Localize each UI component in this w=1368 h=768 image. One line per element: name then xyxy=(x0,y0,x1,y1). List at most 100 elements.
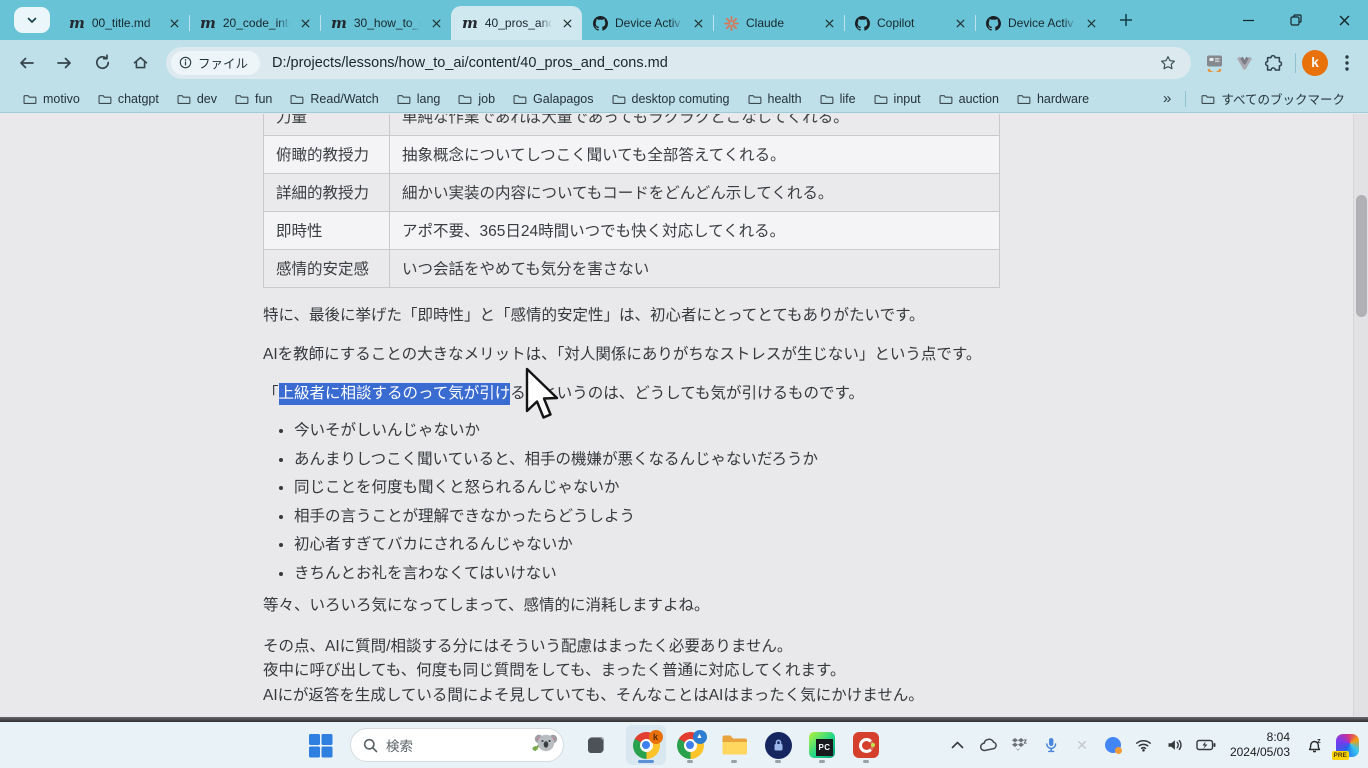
bookmark-folder-desktop-comuting[interactable]: desktop comuting xyxy=(603,90,739,108)
file-explorer-icon xyxy=(721,734,748,756)
svg-text:z: z xyxy=(1317,737,1321,745)
tray-battery[interactable] xyxy=(1195,734,1217,756)
folder-icon xyxy=(1017,92,1031,106)
tab-device-activation-1[interactable]: Device Activ xyxy=(582,6,713,40)
tab-close-icon[interactable] xyxy=(821,15,838,32)
tray-dropbox-paused[interactable]: z xyxy=(1009,734,1031,756)
list-item: きちんとお礼を言わなくてはいけない xyxy=(294,564,1023,584)
bookmark-folder-fun[interactable]: fun xyxy=(226,90,281,108)
tab-close-icon[interactable] xyxy=(428,15,445,32)
bookmark-folder-lang[interactable]: lang xyxy=(388,90,450,108)
profile-badge: ▲ xyxy=(693,730,707,744)
bookmark-folder-galapagos[interactable]: Galapagos xyxy=(504,90,602,108)
table-cell-text: 単純な作業であれば大量であってもラクラクとこなしてくれる。 xyxy=(390,114,1000,136)
paragraph-line: その点、AIに質問/相談する分にはそういう配慮はまったく必要ありません。 xyxy=(263,635,1023,660)
address-bar[interactable]: ファイル D:/projects/lessons/how_to_ai/conte… xyxy=(166,47,1191,79)
copilot-icon: PRE xyxy=(1336,734,1359,757)
browser-menu-button[interactable] xyxy=(1332,48,1362,78)
bookmarks-overflow-button[interactable]: » xyxy=(1155,90,1179,107)
taskbar-search-box[interactable]: 検索 xyxy=(350,728,564,762)
tab-claude[interactable]: Claude xyxy=(713,6,844,40)
url-scheme-chip[interactable]: ファイル xyxy=(171,51,260,75)
tab-device-activation-2[interactable]: Device Activ xyxy=(975,6,1106,40)
tray-wifi[interactable] xyxy=(1133,734,1155,756)
koala-search-highlight[interactable] xyxy=(529,728,559,758)
task-view-button[interactable] xyxy=(576,725,616,765)
tab-close-icon[interactable] xyxy=(952,15,969,32)
bookmark-folder-input[interactable]: input xyxy=(865,90,930,108)
bookmark-folder-health[interactable]: health xyxy=(739,90,811,108)
tab-search-button[interactable] xyxy=(14,7,50,33)
tab-title: Device Activ xyxy=(615,16,683,30)
taskbar-chrome-profile-k[interactable]: k xyxy=(626,725,666,765)
new-tab-button[interactable] xyxy=(1112,6,1140,34)
bookmark-folder-dev[interactable]: dev xyxy=(168,90,226,108)
tab-20-code[interactable]: m 20_code_inte xyxy=(189,6,320,40)
reload-button[interactable] xyxy=(86,47,118,79)
folder-icon xyxy=(820,92,834,106)
close-window-button[interactable] xyxy=(1320,0,1368,40)
forward-button[interactable] xyxy=(48,47,80,79)
table-cell-label: 即時性 xyxy=(264,212,390,250)
profile-k-badge: k xyxy=(649,730,663,744)
bookmarks-separator xyxy=(1185,91,1186,107)
tab-copilot[interactable]: Copilot xyxy=(844,6,975,40)
vertical-scrollbar[interactable] xyxy=(1353,114,1368,718)
taskbar-pycharm[interactable]: PC xyxy=(802,725,842,765)
folder-icon xyxy=(513,92,527,106)
bookmark-folder-chatgpt[interactable]: chatgpt xyxy=(89,90,168,108)
tray-expand-button[interactable] xyxy=(947,734,969,756)
tab-30-how-to[interactable]: m 30_how_to_u xyxy=(320,6,451,40)
minimize-button[interactable] xyxy=(1224,0,1272,40)
bookmark-label: Read/Watch xyxy=(310,92,378,106)
v-extension-button[interactable] xyxy=(1229,48,1259,78)
tab-close-icon[interactable] xyxy=(690,15,707,32)
tab-close-icon[interactable] xyxy=(1083,15,1100,32)
search-icon xyxy=(363,738,378,753)
notification-bell-button[interactable]: z xyxy=(1303,734,1325,756)
bookmark-folder-auction[interactable]: auction xyxy=(930,90,1008,108)
url-text[interactable]: D:/projects/lessons/how_to_ai/content/40… xyxy=(272,55,1155,71)
scrollbar-thumb[interactable] xyxy=(1356,195,1367,317)
browser-toolbar: ファイル D:/projects/lessons/how_to_ai/conte… xyxy=(0,40,1368,85)
home-button[interactable] xyxy=(124,47,156,79)
table-cell-text: アポ不要、365日24時間いつでも快く対応してくれる。 xyxy=(390,212,1000,250)
taskbar-camtasia[interactable] xyxy=(846,725,886,765)
bookmark-folder-life[interactable]: life xyxy=(811,90,865,108)
tray-onedrive[interactable] xyxy=(978,734,1000,756)
chrome-icon: k xyxy=(633,732,660,759)
taskbar-chrome-profile-2[interactable]: ▲ xyxy=(670,725,710,765)
profile-avatar[interactable]: k xyxy=(1302,50,1328,76)
restore-icon xyxy=(1290,14,1302,26)
taskbar-keepass[interactable] xyxy=(758,725,798,765)
copilot-button[interactable]: PRE xyxy=(1334,734,1360,756)
bookmark-folder-motivo[interactable]: motivo xyxy=(14,90,89,108)
start-button[interactable] xyxy=(300,725,340,765)
bookmark-folder-hardware[interactable]: hardware xyxy=(1008,90,1098,108)
restore-button[interactable] xyxy=(1272,0,1320,40)
tab-00-title[interactable]: m 00_title.md xyxy=(58,6,189,40)
tab-close-icon[interactable] xyxy=(559,15,576,32)
tray-volume[interactable] xyxy=(1164,734,1186,756)
bookmark-label: Galapagos xyxy=(533,92,593,106)
back-icon xyxy=(18,55,35,71)
bookmark-folder-read-watch[interactable]: Read/Watch xyxy=(281,90,387,108)
tab-title: Copilot xyxy=(877,16,945,30)
taskbar-apps: 検索 xyxy=(300,725,886,765)
bookmark-star-button[interactable] xyxy=(1155,50,1181,76)
markdown-icon: m xyxy=(69,16,85,31)
screenshot-extension-button[interactable] xyxy=(1199,48,1229,78)
all-bookmarks-button[interactable]: すべてのブックマーク xyxy=(1192,87,1354,110)
taskbar-clock[interactable]: 8:04 2024/05/03 xyxy=(1230,730,1290,760)
tray-assistant-ball[interactable] xyxy=(1102,734,1124,756)
taskbar-file-explorer[interactable] xyxy=(714,725,754,765)
extensions-button[interactable] xyxy=(1259,48,1289,78)
tab-40-pros-and-cons-active[interactable]: m 40_pros_and xyxy=(451,6,582,40)
table-row: 詳細的教授力 細かい実装の内容についてもコードをどんどん示してくれる。 xyxy=(264,174,1000,212)
back-button[interactable] xyxy=(10,47,42,79)
tab-close-icon[interactable] xyxy=(166,15,183,32)
tray-inactive-app[interactable]: ✕ xyxy=(1071,734,1093,756)
tab-close-icon[interactable] xyxy=(297,15,314,32)
tray-microphone[interactable] xyxy=(1040,734,1062,756)
bookmark-folder-job[interactable]: job xyxy=(449,90,504,108)
